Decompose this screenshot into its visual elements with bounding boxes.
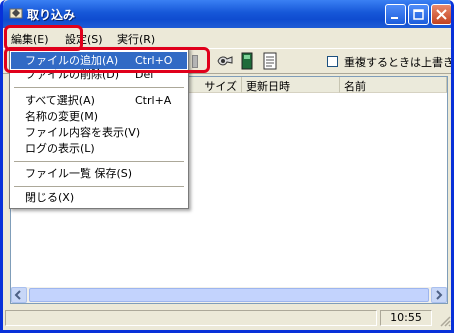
menu-item-close[interactable]: 閉じる(X): [11, 189, 187, 206]
close-icon: [436, 9, 447, 20]
menu-item-shortcut: Ctrl+A: [135, 94, 172, 107]
menu-item-show-log[interactable]: ログの表示(L): [11, 140, 187, 157]
menu-item-rename[interactable]: 名称の変更(M): [11, 108, 187, 125]
menu-item-label: 閉じる(X): [25, 191, 75, 204]
menu-item-label: すべて選択(A): [25, 94, 95, 107]
column-date-label: 更新日時: [246, 80, 290, 93]
column-header-name[interactable]: 名前: [340, 77, 447, 93]
menu-item-label: 名称の変更(M): [25, 110, 99, 123]
close-button[interactable]: [431, 4, 451, 25]
menu-separator: [14, 161, 184, 162]
title-bar[interactable]: 取り込み: [3, 0, 451, 28]
minimize-button[interactable]: [385, 4, 406, 25]
column-size-label: サイズ: [204, 80, 237, 93]
maximize-icon: [413, 9, 424, 20]
menu-item-show-content[interactable]: ファイル内容を表示(V): [11, 124, 187, 141]
overwrite-checkbox-label: 重複するときは上書き: [344, 56, 454, 69]
app-icon: [9, 8, 23, 19]
horizontal-scrollbar[interactable]: [11, 287, 447, 303]
status-bar: 10:55: [3, 307, 451, 330]
maximize-button[interactable]: [408, 4, 429, 25]
battery-icon[interactable]: [241, 52, 253, 70]
column-header-date[interactable]: 更新日時: [242, 77, 340, 93]
window-title: 取り込み: [27, 8, 76, 22]
minimize-icon: [391, 17, 398, 19]
menu-item-select-all[interactable]: すべて選択(A) Ctrl+A: [11, 92, 187, 109]
overwrite-checkbox[interactable]: [327, 56, 338, 67]
menu-run[interactable]: 実行(R): [117, 31, 155, 47]
menu-item-label: ログの表示(L): [25, 142, 95, 155]
menu-item-label: ファイル内容を表示(V): [25, 126, 141, 139]
document-icon[interactable]: [263, 52, 277, 70]
menu-item-save-file-list[interactable]: ファイル一覧 保存(S): [11, 165, 187, 182]
menu-separator: [14, 87, 184, 88]
chevron-left-icon: [14, 290, 21, 300]
resize-grip-icon[interactable]: [439, 315, 451, 327]
scroll-thumb[interactable]: [29, 288, 429, 302]
column-name-label: 名前: [344, 80, 366, 93]
menu-separator: [14, 186, 184, 187]
scroll-right-button[interactable]: [431, 287, 447, 303]
main-window: 取り込み 編集(E) 設定(S) 実行(R) 重複するときは上書き サイズ 更新…: [0, 0, 454, 333]
menu-item-label: ファイル一覧 保存(S): [25, 167, 133, 180]
annotation-highlight-add-file: [4, 47, 210, 73]
scroll-left-button[interactable]: [11, 287, 27, 303]
tool-icon[interactable]: [216, 53, 234, 69]
chevron-right-icon: [436, 290, 443, 300]
status-time: 10:55: [380, 310, 432, 326]
status-main: [5, 310, 377, 326]
